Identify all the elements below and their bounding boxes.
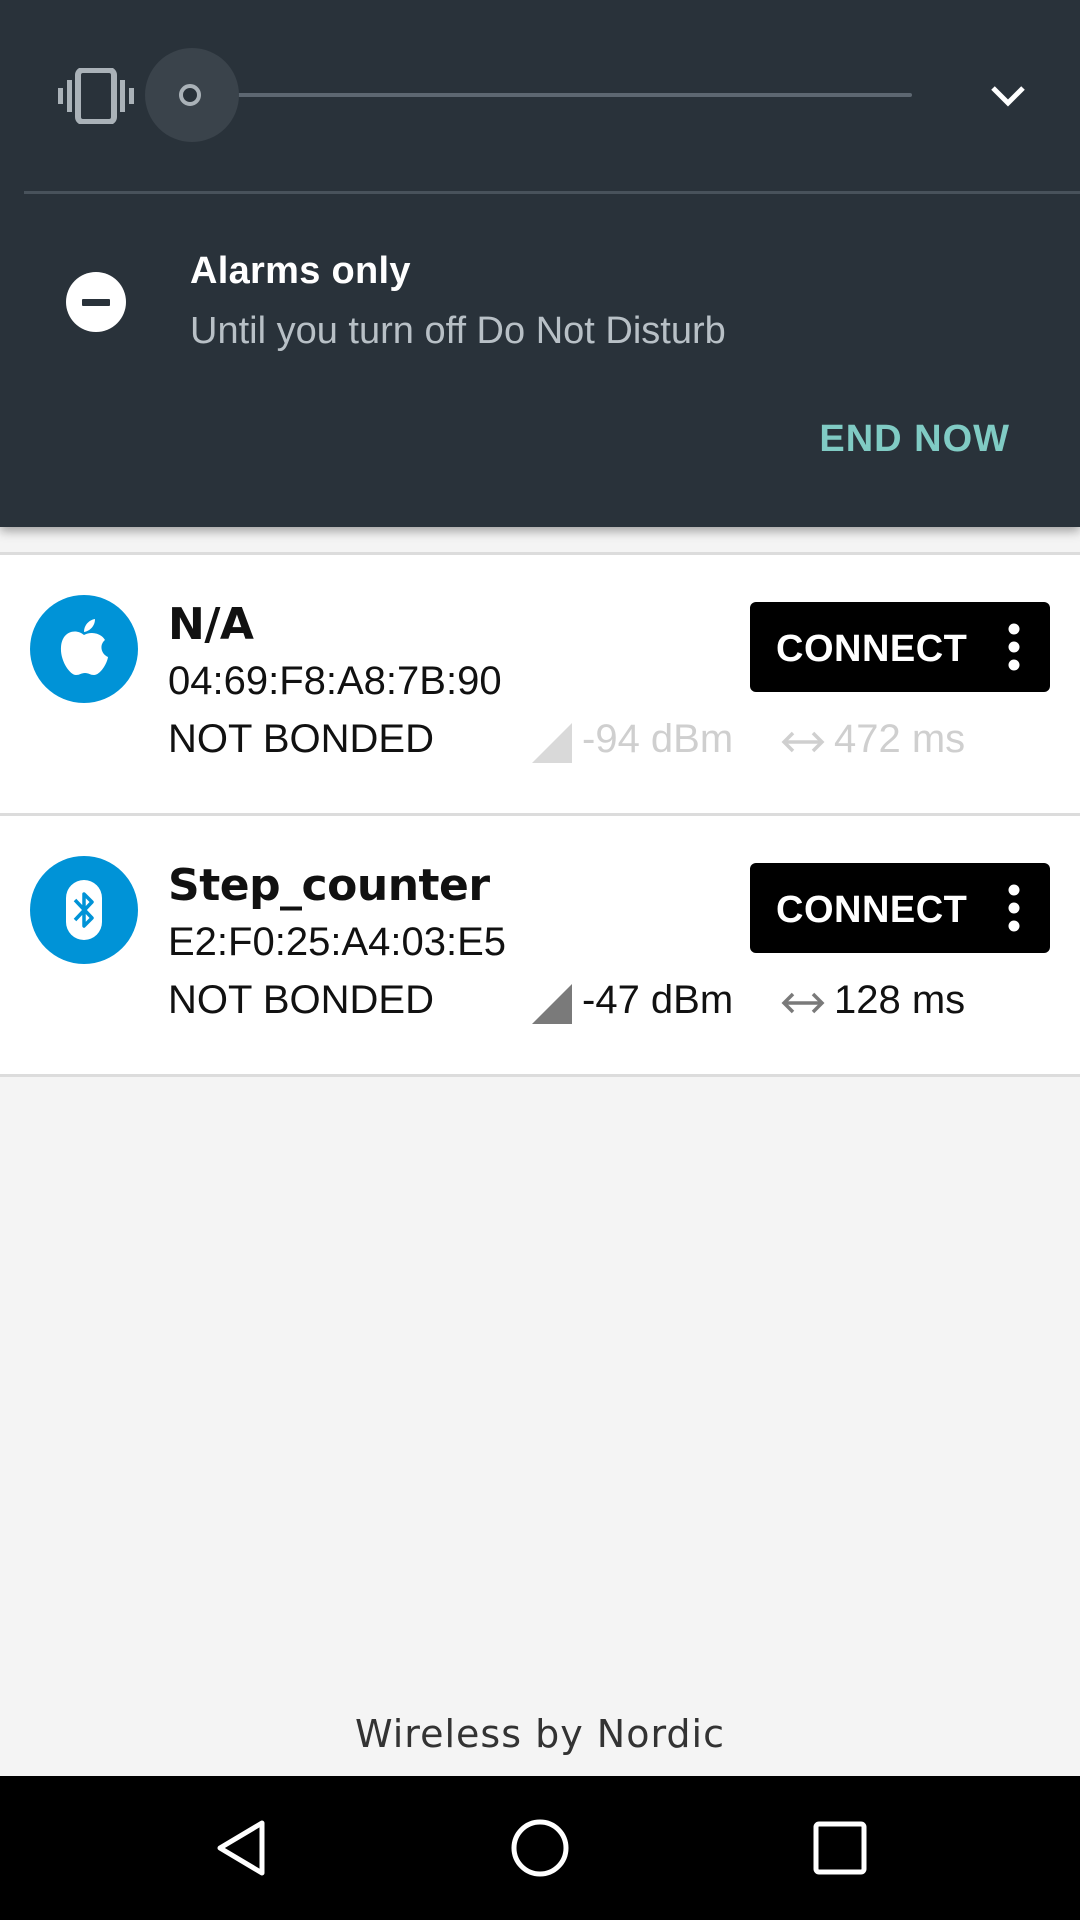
volume-slider-thumb[interactable] [179,84,201,106]
brand-footer: Wireless by Nordic [355,1712,725,1756]
chevron-down-icon[interactable] [988,82,1028,112]
more-options-icon[interactable] [1002,883,1026,933]
recents-icon[interactable] [810,1818,870,1878]
device-list: N/A 04:69:F8:A8:7B:90 NOT BONDED -94 dBm… [0,552,1080,1077]
vibrate-icon[interactable] [58,67,134,125]
do-not-disturb-icon [66,272,126,332]
connect-button-label: CONNECT [776,628,968,670]
home-icon[interactable] [510,1818,570,1878]
interval-arrows-icon [780,727,826,757]
connect-button[interactable]: CONNECT [750,602,1050,692]
interval-arrows-icon [780,988,826,1018]
advertising-interval: 472 ms [834,717,966,761]
bluetooth-icon [30,856,138,964]
system-navigation-bar [0,1776,1080,1920]
dnd-subtitle: Until you turn off Do Not Disturb [190,310,726,352]
device-row[interactable]: N/A 04:69:F8:A8:7B:90 NOT BONDED -94 dBm… [0,555,1080,816]
volume-slider-track[interactable] [190,93,912,97]
back-icon[interactable] [212,1818,272,1878]
signal-strength-icon [532,984,572,1024]
device-address: 04:69:F8:A8:7B:90 [168,659,502,703]
volume-dnd-panel: Alarms only Until you turn off Do Not Di… [0,0,1080,527]
connect-button-label: CONNECT [776,889,968,931]
more-options-icon[interactable] [1002,622,1026,672]
device-row[interactable]: Step_counter E2:F0:25:A4:03:E5 NOT BONDE… [0,816,1080,1077]
bond-state: NOT BONDED [168,978,434,1022]
advertising-interval: 128 ms [834,978,966,1022]
device-address: E2:F0:25:A4:03:E5 [168,920,507,964]
connect-button[interactable]: CONNECT [750,863,1050,953]
dnd-title: Alarms only [190,250,411,292]
device-name: N/A [168,599,254,650]
device-name: Step_counter [168,860,490,911]
end-now-button[interactable]: END NOW [819,418,1010,461]
signal-strength-icon [532,723,572,763]
divider [24,191,1080,194]
rssi-value: -47 dBm [582,978,734,1022]
bond-state: NOT BONDED [168,717,434,761]
apple-icon [30,595,138,703]
rssi-value: -94 dBm [582,717,734,761]
